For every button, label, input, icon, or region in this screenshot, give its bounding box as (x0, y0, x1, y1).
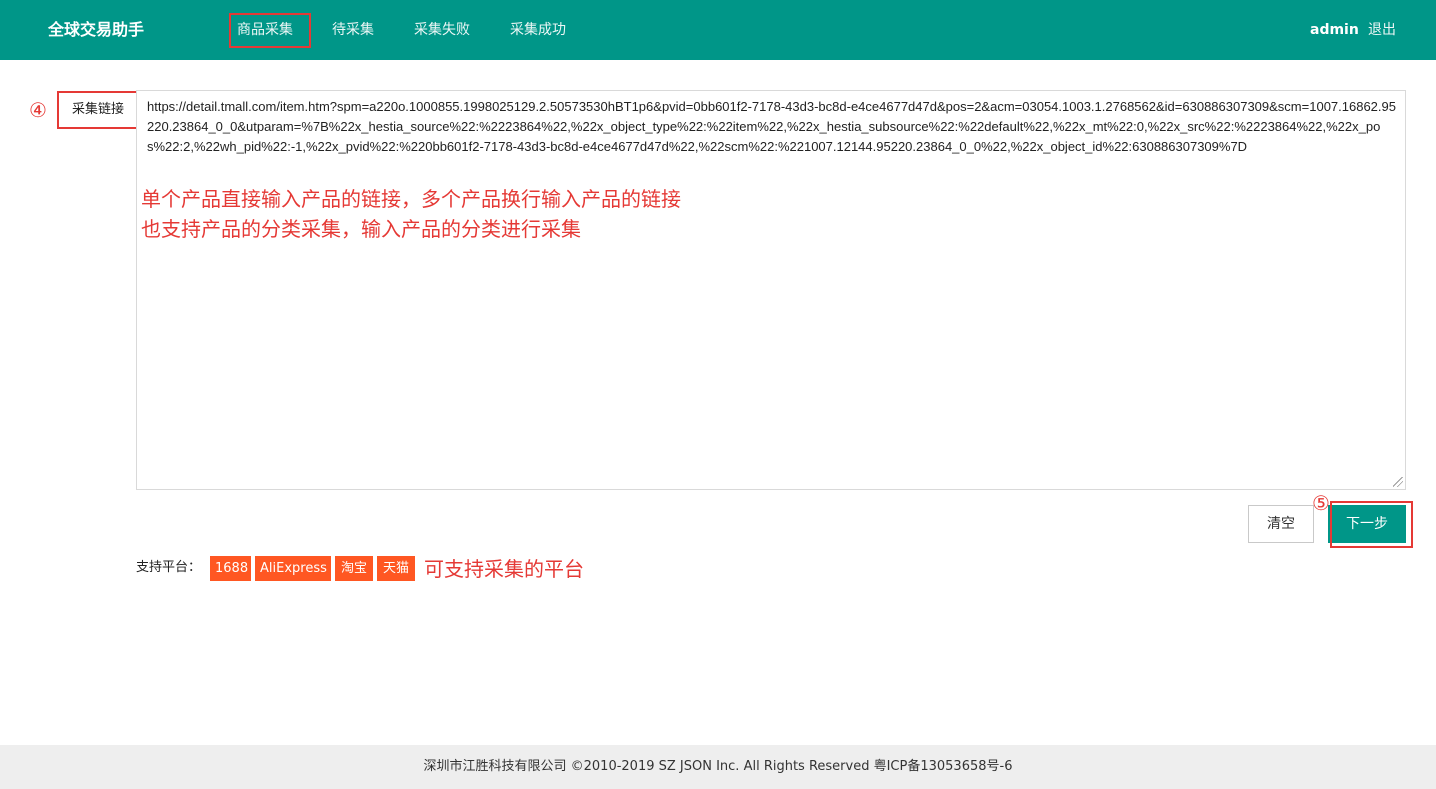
hint-line-2: 也支持产品的分类采集，输入产品的分类进行采集 (141, 217, 581, 241)
top-nav-bar: 全球交易助手 商品采集 待采集 采集失败 采集成功 admin 退出 (0, 0, 1436, 60)
platform-badge-1688: 1688 (210, 556, 251, 581)
nav-item-success[interactable]: 采集成功 (510, 19, 566, 41)
logout-link[interactable]: 退出 (1368, 19, 1396, 41)
platform-badge-aliexpress: AliExpress (255, 556, 331, 581)
collect-link-textarea[interactable]: https://detail.tmall.com/item.htm?spm=a2… (136, 90, 1406, 490)
resize-grip-icon[interactable] (1393, 477, 1403, 487)
footer-copyright: 深圳市江胜科技有限公司 ©2010-2019 SZ JSON Inc. All … (0, 745, 1436, 789)
user-name[interactable]: admin (1310, 19, 1359, 41)
platform-badge-tmall: 天猫 (377, 556, 415, 581)
clear-button[interactable]: 清空 (1248, 505, 1314, 543)
nav-item-pending[interactable]: 待采集 (332, 19, 374, 41)
nav-item-failed[interactable]: 采集失败 (414, 19, 470, 41)
platform-label: 支持平台： (136, 560, 202, 575)
nav-item-product-collect[interactable]: 商品采集 (237, 19, 293, 41)
platform-hint: 可支持采集的平台 (424, 557, 584, 581)
hint-line-1: 单个产品直接输入产品的链接，多个产品换行输入产品的链接 (141, 187, 681, 211)
app-brand: 全球交易助手 (48, 20, 145, 39)
step-marker-4: ④ (29, 98, 47, 122)
next-button-highlight (1330, 501, 1413, 548)
url-input-value[interactable]: https://detail.tmall.com/item.htm?spm=a2… (147, 97, 1397, 157)
platform-badge-taobao: 淘宝 (335, 556, 373, 581)
collect-link-label: 采集链接 (57, 91, 139, 129)
